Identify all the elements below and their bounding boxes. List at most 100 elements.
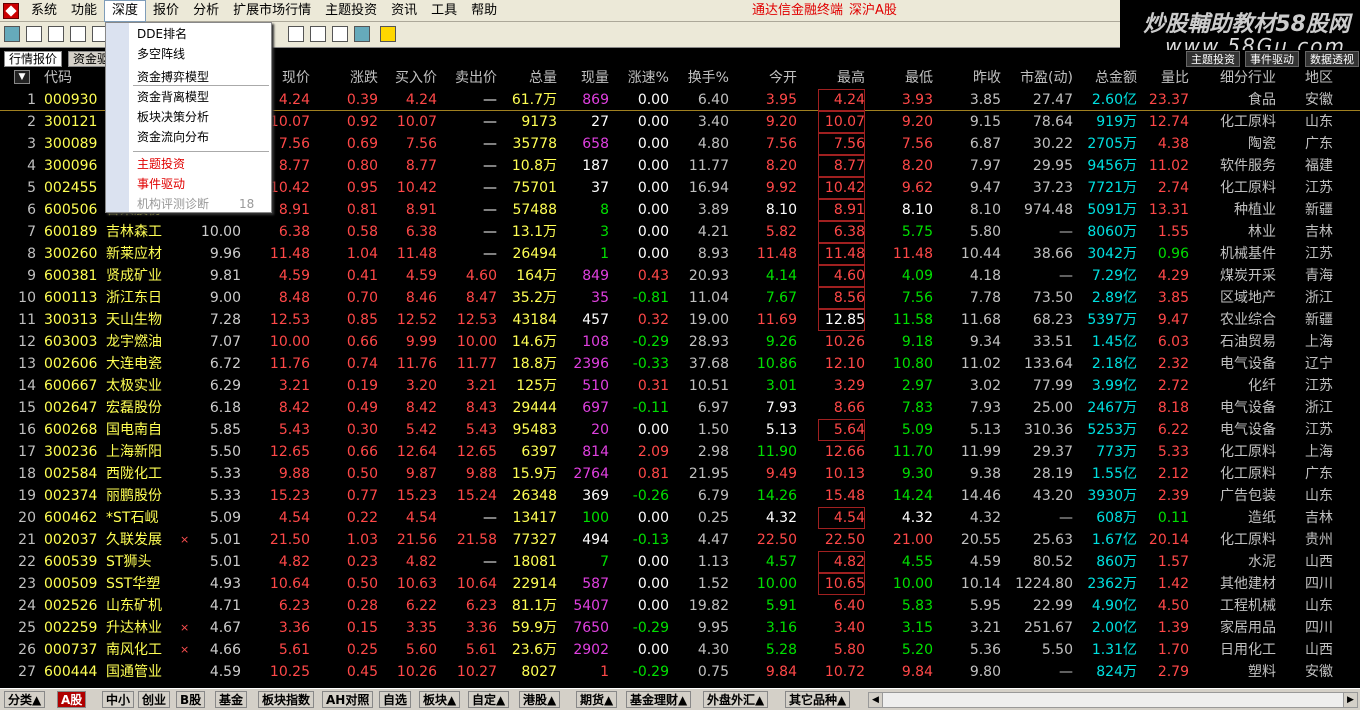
menu-depth[interactable]: 深度 xyxy=(104,0,147,22)
pe-cell: 43.20 xyxy=(1032,488,1073,504)
menu-fund-divergence-model[interactable]: 资金背离模型 xyxy=(137,88,209,107)
high-cell: 10.65 xyxy=(818,573,865,595)
table-row[interactable]: 12 603003 龙宇燃油 7.07 10.00 0.66 9.99 10.00 14.6万 1… xyxy=(0,331,1360,353)
tab-forex[interactable]: 外盘外汇▲ xyxy=(703,691,769,708)
tab-a-shares[interactable]: A股 xyxy=(57,691,87,708)
tab-watchlist[interactable]: 自选 xyxy=(379,691,412,708)
header-amount[interactable]: 总金额 xyxy=(1078,67,1137,89)
header-bid[interactable]: 买入价 xyxy=(380,67,437,89)
menu-fund-flow-dist[interactable]: 资金流向分布 xyxy=(137,128,209,147)
table-row[interactable]: 9 600381 贤成矿业 9.81 4.59 0.41 4.59 4.60 164万 849 0.… xyxy=(0,265,1360,287)
tab-b-shares[interactable]: B股 xyxy=(176,691,206,708)
menu-tools[interactable]: 工具 xyxy=(424,0,464,22)
header-turnover[interactable]: 换手% xyxy=(672,67,729,89)
header-high[interactable]: 最高 xyxy=(818,67,865,89)
menu-theme-invest[interactable]: 主题投资 xyxy=(318,0,384,22)
header-volume-ratio[interactable]: 量比 xyxy=(1140,67,1189,89)
table-row[interactable]: 11 300313 天山生物 7.28 12.53 0.85 12.52 12.53 43184… xyxy=(0,309,1360,331)
info-icon[interactable] xyxy=(332,26,348,42)
prev-close-cell: 5.13 xyxy=(969,422,1001,438)
menu-theme-invest-item[interactable]: 主题投资 xyxy=(137,155,185,174)
tab-funds[interactable]: 基金 xyxy=(215,691,248,708)
scroll-left-arrow-icon[interactable]: ◀ xyxy=(869,693,883,707)
table-row[interactable]: 14 600667 太极实业 6.29 3.21 0.19 3.20 3.21 125万 510 0… xyxy=(0,375,1360,397)
header-pe[interactable]: 市盈(动) xyxy=(1008,67,1073,89)
tab-futures[interactable]: 期货▲ xyxy=(576,691,618,708)
header-region[interactable]: 地区 xyxy=(1294,67,1344,89)
terminal-link[interactable]: 通达信金融终端 xyxy=(752,0,843,22)
header-open[interactable]: 今开 xyxy=(735,67,797,89)
table-row[interactable]: 22 600539 ST狮头 5.01 4.82 0.23 4.82 — 18081 7 0.00 1… xyxy=(0,551,1360,573)
table-row[interactable]: 23 000509 SST华塑 4.93 10.64 0.50 10.63 10.64 2291… xyxy=(0,573,1360,595)
tab-quotes[interactable]: 行情报价 xyxy=(4,51,63,67)
tab-other[interactable]: 其它品种▲ xyxy=(785,691,851,708)
tab-category[interactable]: 分类▲ xyxy=(4,691,46,708)
table-row[interactable]: 10 600113 浙江东日 9.00 8.48 0.70 8.46 8.47 35.2万 35 -… xyxy=(0,287,1360,309)
table-row[interactable]: 18 002584 西陇化工 5.33 9.88 0.50 9.87 9.88 15.9万 276… xyxy=(0,463,1360,485)
stock-name: 上海新阳 xyxy=(106,444,162,460)
tab-custom[interactable]: 自定▲ xyxy=(468,691,510,708)
tab-ah-compare[interactable]: AH对照 xyxy=(322,691,374,708)
table-row[interactable]: 16 600268 国电南自 5.85 5.43 0.30 5.42 5.43 95483 20 0… xyxy=(0,419,1360,441)
tab-fund-finance[interactable]: 基金理财▲ xyxy=(626,691,692,708)
menu-news[interactable]: 资讯 xyxy=(384,0,424,22)
kline-icon[interactable] xyxy=(70,26,86,42)
quote-icon[interactable] xyxy=(4,26,20,42)
menu-sector-decision[interactable]: 板块决策分析 xyxy=(137,108,209,127)
header-change[interactable]: 涨跌 xyxy=(320,67,378,89)
menu-system[interactable]: 系统 xyxy=(24,0,64,22)
menu-long-short[interactable]: 多空阵线 xyxy=(137,45,185,64)
tab-event-driven[interactable]: 事件驱动 xyxy=(1245,51,1299,67)
stock-code: 300089 xyxy=(44,136,98,152)
table-row[interactable]: 7 600189 吉林森工 10.00 6.38 0.58 6.38 — 13.1万 3 0.00 4… xyxy=(0,221,1360,243)
open-cell: 7.93 xyxy=(765,400,797,416)
menu-function[interactable]: 功能 xyxy=(64,0,104,22)
header-current-vol[interactable]: 现量 xyxy=(560,67,609,89)
table-row[interactable]: 26 000737 南风化工 × 4.66 5.61 0.25 5.60 5.61 23.6万 29… xyxy=(0,639,1360,661)
header-speed[interactable]: 涨速% xyxy=(612,67,669,89)
table-row[interactable]: 13 002606 大连电瓷 6.72 11.76 0.74 11.76 11.77 18.8万… xyxy=(0,353,1360,375)
export-icon[interactable] xyxy=(354,26,370,42)
select-icon[interactable] xyxy=(310,26,326,42)
notepad-icon[interactable] xyxy=(380,26,396,42)
table-row[interactable]: 25 002259 升达林业 × 4.67 3.36 0.15 3.35 3.36 59.9万 76… xyxy=(0,617,1360,639)
tab-sme[interactable]: 中小 xyxy=(102,691,135,708)
tab-hk-stocks[interactable]: 港股▲ xyxy=(519,691,561,708)
sort-icon[interactable] xyxy=(288,26,304,42)
menu-analysis[interactable]: 分析 xyxy=(186,0,226,22)
sort-dropdown-icon[interactable]: ▼ xyxy=(14,70,30,84)
table-row[interactable]: 15 002647 宏磊股份 6.18 8.42 0.49 8.42 8.43 29444 697… xyxy=(0,397,1360,419)
menu-event-driven-item[interactable]: 事件驱动 xyxy=(137,175,185,194)
chart-icon[interactable] xyxy=(48,26,64,42)
table-row[interactable]: 20 600462 *ST石岘 5.09 4.54 0.22 4.54 — 13417 100 0.… xyxy=(0,507,1360,529)
tab-theme-invest[interactable]: 主题投资 xyxy=(1186,51,1240,67)
header-volume[interactable]: 总量 xyxy=(500,67,557,89)
menu-quote[interactable]: 报价 xyxy=(146,0,186,22)
header-ask[interactable]: 卖出价 xyxy=(440,67,497,89)
tab-sectors[interactable]: 板块▲ xyxy=(419,691,461,708)
menu-help[interactable]: 帮助 xyxy=(464,0,504,22)
header-low[interactable]: 最低 xyxy=(870,67,933,89)
header-industry[interactable]: 细分行业 xyxy=(1196,67,1276,89)
tab-sector-index[interactable]: 板块指数 xyxy=(258,691,315,708)
bid-cell: 5.60 xyxy=(405,642,437,658)
table-row[interactable]: 17 300236 上海新阳 5.50 12.65 0.66 12.64 12.65 6397 8… xyxy=(0,441,1360,463)
region-cell: 山西 xyxy=(1305,642,1333,658)
scroll-right-arrow-icon[interactable]: ▶ xyxy=(1343,693,1357,707)
prev-close-cell: 3.21 xyxy=(969,620,1001,636)
grid-icon[interactable] xyxy=(26,26,42,42)
table-row[interactable]: 19 002374 丽鹏股份 5.33 15.23 0.77 15.23 15.24 26348… xyxy=(0,485,1360,507)
industry-cell: 化纤 xyxy=(1248,378,1276,394)
table-row[interactable]: 24 002526 山东矿机 4.71 6.23 0.28 6.22 6.23 81.1万 540… xyxy=(0,595,1360,617)
table-row[interactable]: 27 600444 国通管业 4.59 10.25 0.45 10.26 10.27 8027 1… xyxy=(0,661,1360,683)
table-row[interactable]: 21 002037 久联发展 × 5.01 21.50 1.03 21.56 21.58 7732… xyxy=(0,529,1360,551)
header-prev-close[interactable]: 昨收 xyxy=(940,67,1001,89)
header-code[interactable]: 代码 xyxy=(44,67,104,89)
menu-dde-rank[interactable]: DDE排名 xyxy=(137,25,187,44)
tab-data-pivot[interactable]: 数据透视 xyxy=(1305,51,1359,67)
table-row[interactable]: 8 300260 新莱应材 9.96 11.48 1.04 11.48 — 26494 1 0.00… xyxy=(0,243,1360,265)
tab-chinext[interactable]: 创业 xyxy=(138,691,171,708)
horizontal-scrollbar[interactable]: ◀ ▶ xyxy=(868,692,1358,708)
menu-extended-market[interactable]: 扩展市场行情 xyxy=(226,0,318,22)
market-link[interactable]: 深沪A股 xyxy=(849,0,897,22)
